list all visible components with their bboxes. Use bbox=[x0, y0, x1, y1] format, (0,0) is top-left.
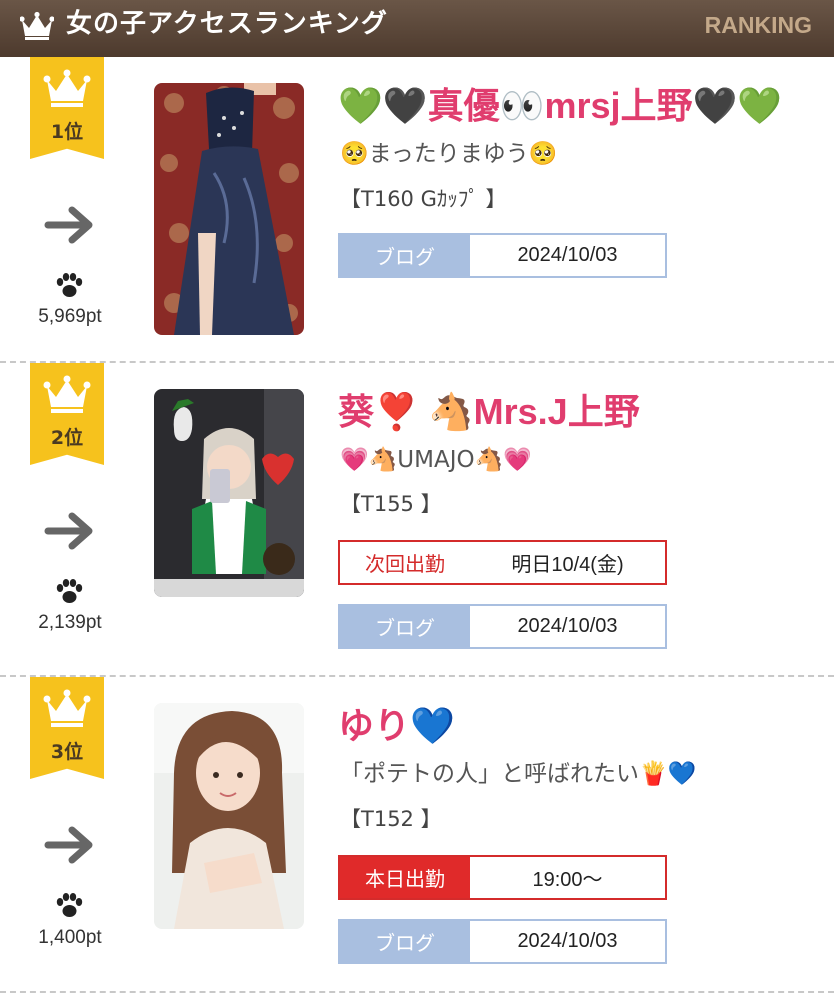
paw-icon bbox=[56, 273, 83, 297]
crown-icon bbox=[43, 689, 91, 727]
blog-button[interactable]: ブログ 2024/10/03 bbox=[338, 604, 667, 649]
rank-badge: 3位 bbox=[30, 677, 104, 779]
today-shift-info: 本日出勤 19:00〜 bbox=[338, 855, 667, 900]
today-shift-label: 本日出勤 bbox=[340, 857, 470, 898]
header-title: 女の子アクセスランキング bbox=[66, 9, 388, 39]
crown-icon bbox=[20, 11, 54, 40]
profile-photo[interactable] bbox=[154, 389, 304, 597]
next-shift-label: 次回出勤 bbox=[340, 542, 470, 583]
arrow-right-icon bbox=[44, 826, 93, 864]
next-shift-info: 次回出勤 明日10/4(金) bbox=[338, 540, 667, 585]
catch-copy: 💗🐴UMAJO🐴💗 bbox=[340, 447, 532, 473]
profile-size: 【T160 Gｶｯﾌﾟ 】 bbox=[340, 187, 507, 211]
arrow-right-icon bbox=[44, 512, 93, 550]
arrow-right-icon bbox=[44, 206, 93, 244]
blog-button[interactable]: ブログ 2024/10/03 bbox=[338, 233, 667, 278]
profile-size: 【T152 】 bbox=[340, 807, 442, 831]
profile-photo[interactable] bbox=[154, 83, 304, 335]
blog-button-label: ブログ bbox=[340, 921, 470, 962]
blog-date: 2024/10/03 bbox=[470, 921, 665, 962]
rank-badge: 2位 bbox=[30, 363, 104, 465]
blog-button[interactable]: ブログ 2024/10/03 bbox=[338, 919, 667, 964]
points: 5,969pt bbox=[38, 306, 102, 327]
blog-button-label: ブログ bbox=[340, 235, 470, 276]
points: 2,139pt bbox=[38, 612, 102, 633]
cast-name-link[interactable]: ゆり💙 bbox=[338, 705, 455, 747]
paw-icon bbox=[56, 579, 83, 603]
rank-label: 3位 bbox=[50, 741, 84, 763]
blog-button-label: ブログ bbox=[340, 606, 470, 647]
paw-icon bbox=[56, 893, 83, 917]
profile-photo[interactable] bbox=[154, 703, 304, 929]
separator bbox=[0, 361, 834, 363]
separator bbox=[0, 991, 834, 993]
separator bbox=[0, 675, 834, 677]
profile-size: 【T155 】 bbox=[340, 492, 442, 516]
crown-icon bbox=[43, 375, 91, 413]
today-shift-value: 19:00〜 bbox=[470, 857, 665, 898]
catch-copy: 🥺まったりまゆう🥺 bbox=[340, 141, 558, 167]
blog-date: 2024/10/03 bbox=[470, 606, 665, 647]
catch-copy: 「ポテトの人」と呼ばれたい🍟💙 bbox=[340, 761, 697, 787]
blog-date: 2024/10/03 bbox=[470, 235, 665, 276]
rank-badge: 1位 bbox=[30, 57, 104, 159]
cast-name-link[interactable]: 💚🖤真優👀mrsj上野🖤💚 bbox=[338, 85, 782, 127]
rank-label: 2位 bbox=[50, 427, 84, 449]
rank-label: 1位 bbox=[50, 121, 84, 143]
points: 1,400pt bbox=[38, 927, 102, 948]
next-shift-value: 明日10/4(金) bbox=[470, 542, 665, 583]
ranking-header: 女の子アクセスランキング RANKING bbox=[0, 0, 834, 57]
header-subtitle: RANKING bbox=[704, 12, 812, 38]
crown-icon bbox=[43, 69, 91, 107]
cast-name-link[interactable]: 葵❣️ 🐴Mrs.J上野 bbox=[338, 391, 640, 433]
